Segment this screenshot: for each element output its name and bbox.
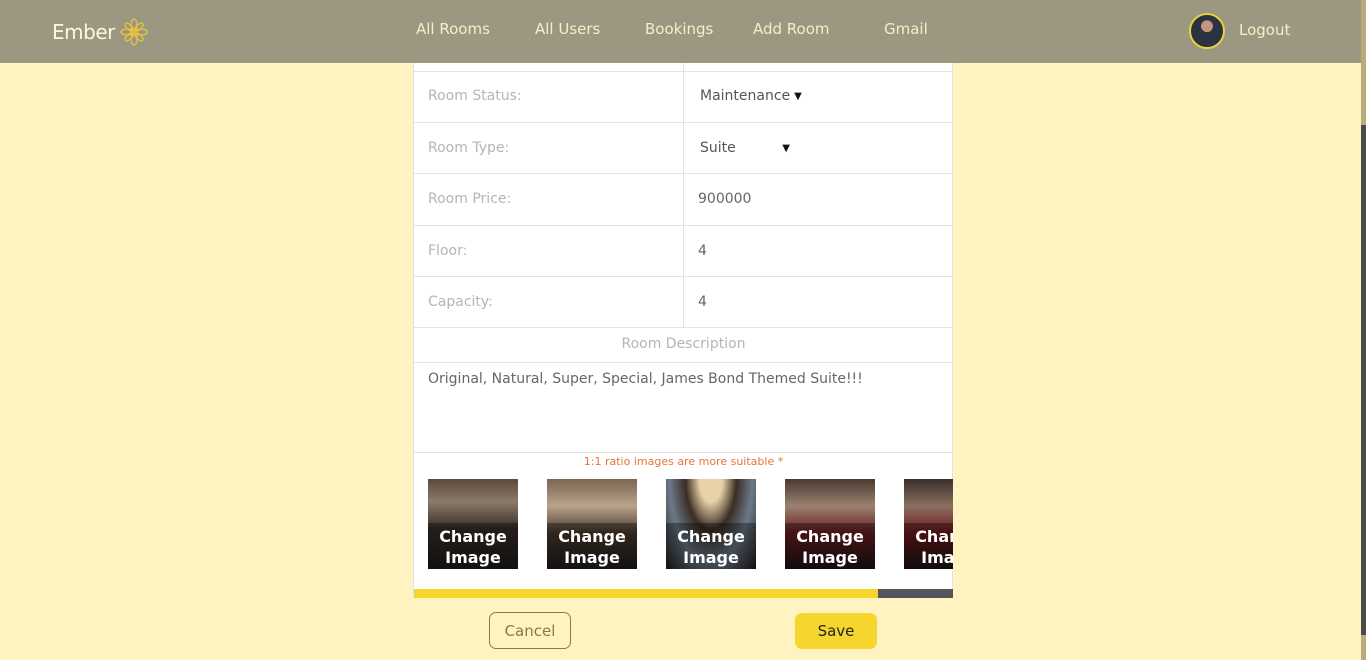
room-type-label: Room Type: [428, 140, 510, 156]
change-image-button[interactable]: Change Image [785, 526, 875, 569]
save-button[interactable]: Save [795, 613, 877, 649]
floor-row: Floor: 4 [414, 226, 953, 277]
room-status-label: Room Status: [428, 88, 522, 104]
nav-gmail[interactable]: Gmail [884, 20, 928, 38]
brand-logo[interactable]: Ember [52, 17, 149, 47]
room-description-heading: Room Description [414, 328, 953, 363]
nav-add-room[interactable]: Add Room [753, 20, 830, 38]
room-description-textarea[interactable]: Original, Natural, Super, Special, James… [428, 371, 938, 387]
change-image-button[interactable]: Change Image [547, 526, 637, 569]
room-image-1[interactable]: Change Image [428, 479, 518, 569]
room-price-label: Room Price: [428, 191, 512, 207]
avatar[interactable] [1189, 13, 1225, 49]
divider [414, 452, 953, 453]
image-ratio-hint: 1:1 ratio images are more suitable * [583, 455, 784, 468]
room-type-value: Suite [700, 140, 736, 156]
cancel-button[interactable]: Cancel [489, 612, 571, 649]
nav-all-users[interactable]: All Users [535, 20, 600, 38]
brand-name: Ember [52, 20, 115, 44]
room-status-value: Maintenance [700, 88, 791, 104]
page-scrollbar-thumb[interactable] [1361, 125, 1366, 635]
room-image-2[interactable]: Change Image [547, 479, 637, 569]
column-divider [683, 123, 684, 173]
column-divider [683, 277, 684, 327]
edit-room-form: Room Status: Maintenance ▼ Room Type: Su… [413, 50, 953, 598]
capacity-input[interactable]: 4 [698, 294, 707, 310]
room-type-row: Room Type: Suite ▼ [414, 123, 953, 174]
change-image-button[interactable]: Change Image [666, 526, 756, 569]
capacity-label: Capacity: [428, 294, 493, 310]
room-image-5[interactable]: Change Image [904, 479, 953, 569]
chevron-down-icon: ▼ [782, 142, 790, 154]
room-image-3[interactable]: Change Image [666, 479, 756, 569]
column-divider [683, 174, 684, 225]
room-image-gallery[interactable]: Change Image Change Image Change Image C… [414, 479, 953, 571]
nav-bookings[interactable]: Bookings [645, 20, 713, 38]
room-price-input[interactable]: 900000 [698, 191, 751, 207]
floor-input[interactable]: 4 [698, 243, 707, 259]
nav-all-rooms[interactable]: All Rooms [416, 20, 490, 38]
logout-link[interactable]: Logout [1239, 21, 1290, 39]
column-divider [683, 72, 684, 122]
change-image-button[interactable]: Change Image [428, 526, 518, 569]
gallery-scrollbar-thumb[interactable] [414, 589, 878, 598]
change-image-button[interactable]: Change Image [904, 526, 953, 569]
chevron-down-icon: ▼ [794, 90, 802, 102]
gallery-scrollbar[interactable] [414, 589, 953, 598]
column-divider [683, 226, 684, 276]
room-type-select[interactable]: Suite ▼ [700, 140, 790, 156]
floor-label: Floor: [428, 243, 468, 259]
room-status-select[interactable]: Maintenance ▼ [700, 88, 802, 104]
top-navbar: Ember All Rooms All Users Bookings Add R… [0, 0, 1361, 63]
room-price-row: Room Price: 900000 [414, 174, 953, 226]
capacity-row: Capacity: 4 [414, 277, 953, 328]
lotus-icon [120, 18, 148, 46]
room-status-row: Room Status: Maintenance ▼ [414, 72, 953, 123]
page-scrollbar[interactable] [1361, 0, 1366, 660]
room-image-4[interactable]: Change Image [785, 479, 875, 569]
